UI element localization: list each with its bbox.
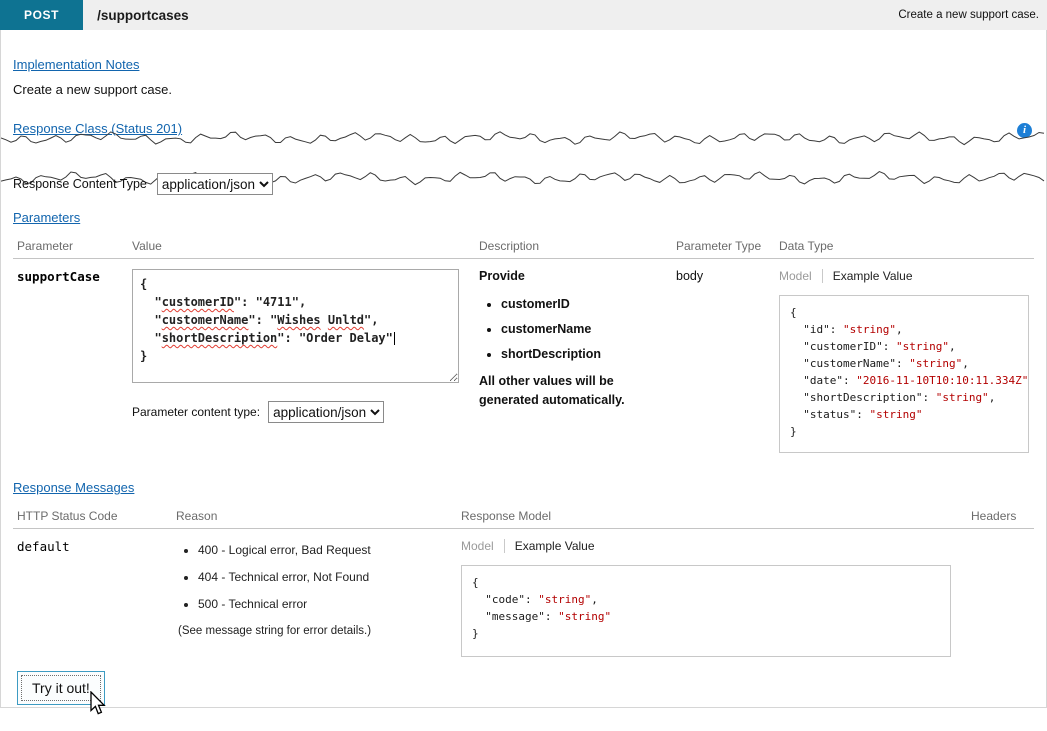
implementation-notes-text: Create a new support case. <box>13 82 1034 97</box>
col-reason: Reason <box>176 509 461 523</box>
parameter-content-type-row: Parameter content type: application/json <box>132 401 479 423</box>
endpoint-summary: Create a new support case. <box>898 9 1039 21</box>
tab-example-value[interactable]: Example Value <box>505 539 595 553</box>
info-icon[interactable]: i <box>1017 123 1032 138</box>
response-messages-link[interactable]: Response Messages <box>13 480 134 495</box>
response-content-type-label: Response Content Type <box>13 177 147 191</box>
torn-region: Response Class (Status 201) i Response C… <box>1 97 1046 209</box>
response-status-code: default <box>13 539 176 657</box>
description-list: customerID customerName shortDescription <box>479 297 646 361</box>
param-value-editor[interactable]: { "customerID": "4711", "customerName": … <box>132 269 459 383</box>
response-content-type-select[interactable]: application/json <box>157 173 273 195</box>
parameters-link[interactable]: Parameters <box>13 210 80 225</box>
reason-item: 400 - Logical error, Bad Request <box>198 543 461 557</box>
parameter-type-value: body <box>676 269 779 453</box>
parameter-name: supportCase <box>13 269 132 453</box>
parameter-description-cell: Provide customerID customerName shortDes… <box>479 269 676 453</box>
parameters-table-header: Parameter Value Description Parameter Ty… <box>13 239 1034 259</box>
description-note: All other values will be generated autom… <box>479 372 649 411</box>
example-value-code: { "id": "string", "customerID": "string"… <box>779 295 1029 453</box>
http-method-badge[interactable]: POST <box>0 0 83 30</box>
parameter-value-cell: { "customerID": "4711", "customerName": … <box>132 269 479 453</box>
tab-model[interactable]: Model <box>779 269 823 283</box>
actions-bar: Try it out! <box>17 671 1034 731</box>
operation-panel: Implementation Notes Create a new suppor… <box>0 30 1047 708</box>
response-content-type-row: Response Content Type application/json <box>13 173 273 195</box>
responses-table-header: HTTP Status Code Reason Response Model H… <box>13 509 1034 529</box>
reason-item: 404 - Technical error, Not Found <box>198 570 461 584</box>
col-parameter-type: Parameter Type <box>676 239 779 253</box>
mouse-cursor-icon <box>85 691 107 717</box>
reason-list: 400 - Logical error, Bad Request 404 - T… <box>176 543 461 611</box>
implementation-notes-link[interactable]: Implementation Notes <box>13 57 139 72</box>
col-parameter: Parameter <box>13 239 132 253</box>
parameters-section: Parameters Parameter Value Description P… <box>13 209 1034 453</box>
response-messages-section: Response Messages HTTP Status Code Reaso… <box>13 479 1034 657</box>
description-intro: Provide <box>479 269 646 283</box>
response-reason-cell: 400 - Logical error, Bad Request 404 - T… <box>176 539 461 657</box>
description-item: customerName <box>501 322 646 336</box>
endpoint-header: POST /supportcases Create a new support … <box>0 0 1047 30</box>
response-example-code: { "code": "string", "message": "string" … <box>461 565 951 657</box>
response-row: default 400 - Logical error, Bad Request… <box>13 529 1034 657</box>
col-http-status-code: HTTP Status Code <box>13 509 176 523</box>
endpoint-path[interactable]: /supportcases <box>97 8 189 23</box>
col-data-type: Data Type <box>779 239 1034 253</box>
tab-model[interactable]: Model <box>461 539 505 553</box>
response-model-tabs: Model Example Value <box>461 539 951 553</box>
reason-item: 500 - Technical error <box>198 597 461 611</box>
response-class-link[interactable]: Response Class (Status 201) <box>13 121 182 136</box>
col-value: Value <box>132 239 479 253</box>
reason-note: (See message string for error details.) <box>176 625 461 637</box>
implementation-notes-section: Implementation Notes Create a new suppor… <box>1 30 1046 97</box>
model-example-tabs: Model Example Value <box>779 269 1034 283</box>
response-headers-cell <box>951 539 1034 657</box>
col-response-model: Response Model <box>461 509 951 523</box>
description-item: shortDescription <box>501 347 646 361</box>
parameter-content-type-select[interactable]: application/json <box>268 401 384 423</box>
response-model-cell: Model Example Value { "code": "string", … <box>461 539 951 657</box>
description-item: customerID <box>501 297 646 311</box>
col-headers: Headers <box>951 509 1034 523</box>
parameter-content-type-label: Parameter content type: <box>132 405 260 419</box>
tab-example-value[interactable]: Example Value <box>823 269 913 283</box>
col-description: Description <box>479 239 676 253</box>
data-type-cell: Model Example Value { "id": "string", "c… <box>779 269 1034 453</box>
parameter-row: supportCase { "customerID": "4711", "cus… <box>13 259 1034 453</box>
